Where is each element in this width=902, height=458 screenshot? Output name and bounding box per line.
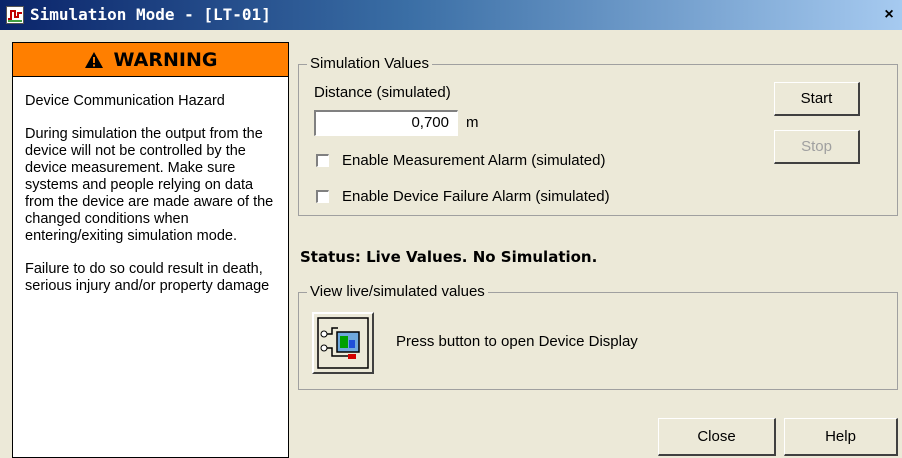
measurement-alarm-label[interactable]: Enable Measurement Alarm (simulated) — [342, 152, 605, 169]
warning-panel: WARNING Device Communication Hazard Duri… — [12, 42, 289, 458]
simulation-mode-window: Simulation Mode - [LT-01] × WARNING Devi… — [0, 0, 902, 458]
app-icon — [6, 6, 24, 24]
device-display-button[interactable] — [312, 312, 374, 374]
device-failure-alarm-label[interactable]: Enable Device Failure Alarm (simulated) — [342, 188, 610, 205]
warning-header-label: WARNING — [113, 48, 218, 71]
distance-unit: m — [466, 114, 479, 131]
stop-button[interactable]: Stop — [774, 130, 860, 164]
device-display-icon — [317, 317, 369, 369]
start-button[interactable]: Start — [774, 82, 860, 116]
warning-paragraph-1: During simulation the output from the de… — [25, 126, 274, 244]
window-title: Simulation Mode - [LT-01] — [30, 5, 271, 24]
simulation-values-title: Simulation Values — [307, 55, 432, 72]
status-text: Status: Live Values. No Simulation. — [300, 248, 598, 266]
title-bar[interactable]: Simulation Mode - [LT-01] × — [0, 0, 902, 30]
device-display-text: Press button to open Device Display — [396, 333, 638, 350]
view-values-title: View live/simulated values — [307, 283, 488, 300]
close-button[interactable]: Close — [658, 418, 776, 456]
window-close-icon[interactable]: × — [880, 6, 898, 24]
measurement-alarm-checkbox[interactable] — [316, 154, 329, 167]
warning-header: WARNING — [13, 43, 288, 77]
warning-title: Device Communication Hazard — [25, 93, 225, 109]
warning-body: Device Communication Hazard During simul… — [25, 93, 285, 311]
distance-input[interactable]: 0,700 — [314, 110, 458, 136]
distance-label: Distance (simulated) — [314, 84, 451, 101]
help-button[interactable]: Help — [784, 418, 898, 456]
warning-paragraph-2: Failure to do so could result in death, … — [25, 261, 270, 294]
device-failure-alarm-checkbox[interactable] — [316, 190, 329, 203]
warning-triangle-icon — [84, 51, 103, 68]
